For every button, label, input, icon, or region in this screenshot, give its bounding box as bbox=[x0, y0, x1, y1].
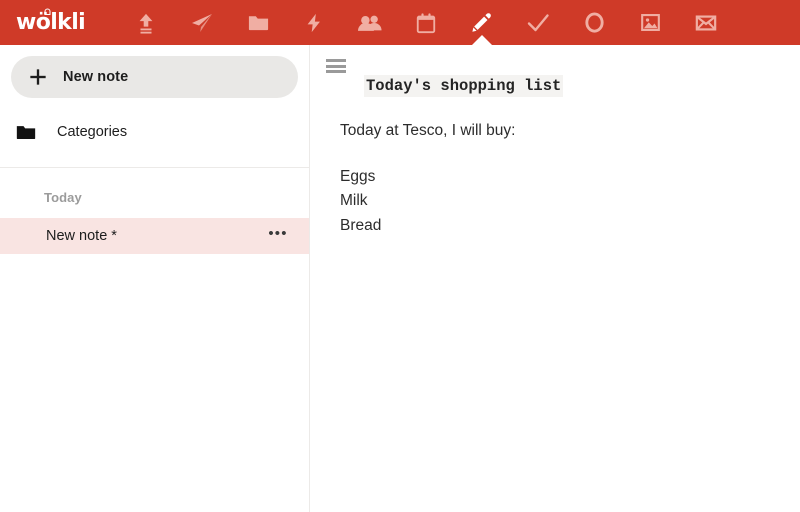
app-toolbar bbox=[118, 0, 734, 46]
hamburger-line-1 bbox=[326, 59, 346, 62]
note-paragraph: Today at Tesco, I will buy: bbox=[340, 122, 516, 139]
note-actions-menu-icon[interactable]: ••• bbox=[267, 225, 289, 247]
note-list-entry: Eggs bbox=[340, 167, 376, 185]
hamburger-line-3 bbox=[326, 70, 346, 73]
toolbar-item-folder[interactable] bbox=[230, 0, 286, 45]
hamburger-menu-icon[interactable] bbox=[324, 55, 348, 77]
sidebar-item-categories-label: Categories bbox=[57, 124, 128, 140]
note-list-entry: Milk bbox=[340, 192, 368, 209]
hamburger-line-2 bbox=[326, 64, 346, 68]
note-item-list: Eggs Milk Bread bbox=[340, 165, 800, 239]
note-title: Today's shopping list bbox=[364, 75, 564, 97]
app-logo[interactable]: wölkli bbox=[16, 0, 102, 45]
toolbar-item-mail[interactable] bbox=[678, 0, 734, 45]
new-note-wrapper: New note bbox=[0, 45, 309, 98]
folder-icon bbox=[16, 126, 36, 139]
toolbar-item-notes[interactable] bbox=[454, 0, 510, 46]
app-header: wölkli bbox=[0, 0, 800, 46]
toolbar-item-send[interactable] bbox=[174, 0, 230, 45]
toolbar-item-photos[interactable] bbox=[622, 0, 678, 45]
new-note-button[interactable]: New note bbox=[11, 56, 298, 98]
toolbar-item-tasks[interactable] bbox=[510, 0, 566, 45]
note-list-item[interactable]: New note * ••• bbox=[0, 218, 309, 254]
note-editor-pane: Today's shopping list Today at Tesco, I … bbox=[310, 45, 800, 512]
note-list-item-title: New note * bbox=[46, 228, 117, 244]
sidebar-divider bbox=[0, 167, 309, 168]
toolbar-item-contacts[interactable] bbox=[342, 0, 398, 45]
note-title-line: Today's shopping list bbox=[340, 75, 800, 97]
toolbar-item-upload[interactable] bbox=[118, 0, 174, 45]
new-note-label: New note bbox=[63, 69, 129, 85]
plus-icon bbox=[30, 69, 46, 85]
toolbar-item-activity[interactable] bbox=[286, 0, 342, 45]
sidebar-item-categories[interactable]: Categories bbox=[0, 110, 309, 154]
toolbar-item-circles[interactable] bbox=[566, 0, 622, 45]
app-window: wölkli New note Categories Today New not… bbox=[0, 0, 800, 512]
note-list-entry: Bread bbox=[340, 216, 382, 234]
sidebar: New note Categories Today New note * ••• bbox=[0, 45, 310, 512]
toolbar-item-calendar[interactable] bbox=[398, 0, 454, 45]
app-body: New note Categories Today New note * ••• bbox=[0, 45, 800, 512]
note-content[interactable]: Today's shopping list Today at Tesco, I … bbox=[310, 57, 800, 238]
app-logo-text: wölkli bbox=[16, 9, 86, 35]
note-group-header: Today bbox=[44, 189, 82, 205]
